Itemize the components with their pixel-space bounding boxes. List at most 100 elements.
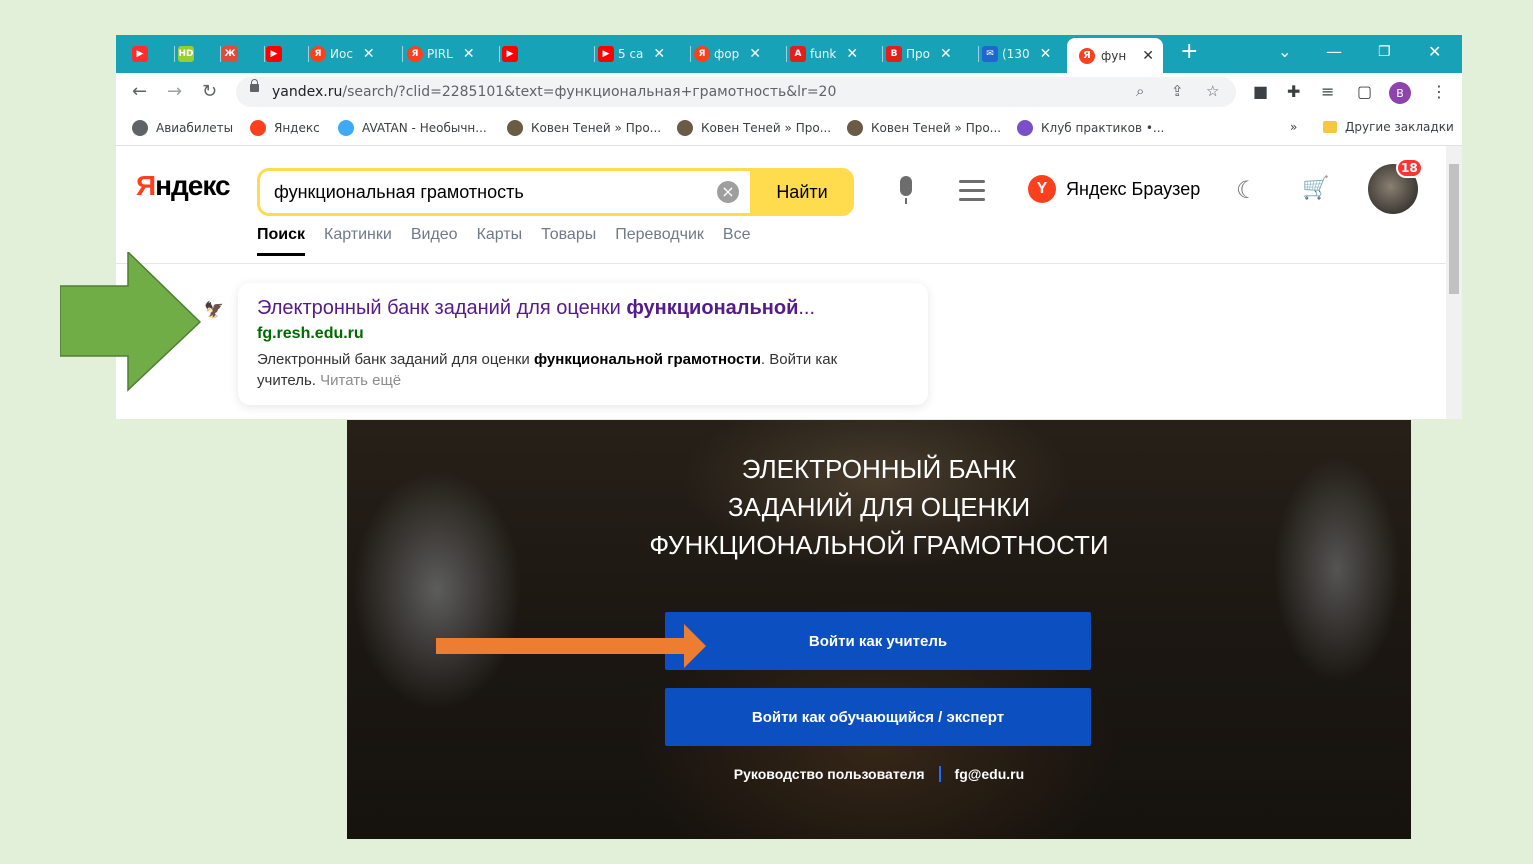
tab-active[interactable]: Я фун ✕ bbox=[1067, 38, 1163, 73]
media-icon[interactable]: ≡ bbox=[1321, 82, 1334, 101]
tab-6[interactable]: ▶ bbox=[502, 43, 592, 65]
tab-11[interactable]: ✉ (130 ✕ bbox=[982, 43, 1072, 65]
close-icon[interactable]: ✕ bbox=[363, 46, 375, 62]
scroll-thumb[interactable] bbox=[1449, 164, 1459, 294]
scrollbar[interactable] bbox=[1446, 146, 1462, 419]
share-icon[interactable]: ⇪ bbox=[1171, 82, 1184, 100]
close-icon[interactable]: ✕ bbox=[463, 46, 475, 62]
tab-8[interactable]: Яфор ✕ bbox=[694, 43, 784, 65]
close-icon[interactable]: ✕ bbox=[1040, 46, 1052, 62]
tab-10[interactable]: B Про ✕ bbox=[886, 43, 976, 65]
bookmark-item[interactable]: Авиабилеты bbox=[132, 120, 233, 136]
tab-4[interactable]: Я Иос ✕ bbox=[310, 43, 400, 65]
yandex-icon: Я bbox=[407, 46, 423, 62]
read-more-link[interactable]: Читать ещё bbox=[320, 372, 401, 389]
search-box: функциональная грамотность × Найти bbox=[257, 168, 854, 216]
menu-icon[interactable]: ⋮ bbox=[1431, 82, 1447, 101]
bookmark-item[interactable]: Ковен Теней » Про... bbox=[847, 120, 1001, 136]
close-window-button[interactable]: ✕ bbox=[1428, 42, 1441, 61]
serp-tab[interactable]: Товары bbox=[541, 226, 596, 256]
bookmark-item[interactable]: Клуб практиков •... bbox=[1017, 120, 1164, 136]
back-icon[interactable]: ← bbox=[132, 81, 147, 102]
bookmark-label: Клуб практиков •... bbox=[1041, 121, 1165, 135]
serp-tab[interactable]: Карты bbox=[477, 226, 523, 256]
tab-3[interactable]: ▶ bbox=[266, 43, 306, 65]
profile-avatar[interactable]: В bbox=[1389, 82, 1411, 104]
bookmark-label: Ковен Теней » Про... bbox=[531, 121, 662, 135]
zoom-icon[interactable]: ⌕ bbox=[1136, 82, 1144, 100]
close-icon[interactable]: ✕ bbox=[749, 46, 761, 62]
sidepanel-icon[interactable]: ▢ bbox=[1357, 82, 1372, 101]
tab-2[interactable]: Ж bbox=[222, 43, 262, 65]
tab-label: (130 bbox=[1002, 47, 1030, 61]
tab-1[interactable]: HD bbox=[178, 43, 218, 65]
user-guide-link[interactable]: Руководство пользователя bbox=[734, 766, 925, 782]
moon-icon[interactable]: ☾ bbox=[1236, 176, 1258, 204]
bookmark-label: Яндекс bbox=[274, 121, 320, 135]
url-text[interactable]: yandex.ru/search/?clid=2285101&text=функ… bbox=[272, 84, 836, 100]
bookmarks-bar: » Другие закладки Авиабилеты Яндекс AVATAN… bbox=[116, 111, 1462, 146]
toolbar: ← → ↻ yandex.ru/search/?clid=2285101&tex… bbox=[116, 73, 1462, 111]
bookmark-item[interactable]: Ковен Теней » Про... bbox=[677, 120, 831, 136]
bookmark-icon bbox=[847, 120, 863, 136]
address-bar[interactable]: yandex.ru/search/?clid=2285101&text=функ… bbox=[236, 77, 1236, 107]
yandex-icon: Я bbox=[310, 46, 326, 62]
tab-0[interactable]: ▶ bbox=[132, 43, 172, 65]
puzzle-icon[interactable]: ✚ bbox=[1287, 82, 1300, 101]
yandex-logo[interactable]: Яндекс bbox=[136, 170, 231, 202]
teacher-login-button[interactable]: Войти как учитель bbox=[665, 612, 1091, 670]
serp-tab[interactable]: Все bbox=[723, 226, 751, 256]
yandex-icon: Я bbox=[694, 46, 710, 62]
bookmark-item[interactable]: Ковен Теней » Про... bbox=[507, 120, 661, 136]
youtube-icon: ▶ bbox=[502, 46, 518, 62]
bookmark-icon bbox=[132, 120, 148, 136]
bookmark-item[interactable]: AVATAN - Необычн... bbox=[338, 120, 487, 136]
yandex-browser-link[interactable]: Y Яндекс Браузер bbox=[1028, 175, 1200, 203]
close-icon[interactable]: ✕ bbox=[1142, 48, 1154, 64]
reload-icon[interactable]: ↻ bbox=[202, 81, 217, 102]
cart-icon[interactable]: 🛒 bbox=[1302, 176, 1329, 201]
bookmark-icon bbox=[507, 120, 523, 136]
filters-icon[interactable] bbox=[959, 180, 985, 207]
tab-separator bbox=[690, 46, 691, 62]
extension-icon[interactable]: ■ bbox=[1253, 82, 1268, 101]
yandex-page: Яндекс функциональная грамотность × Найт… bbox=[116, 146, 1446, 419]
play-icon: ▶ bbox=[132, 46, 148, 62]
close-icon[interactable]: ✕ bbox=[940, 46, 952, 62]
student-login-button[interactable]: Войти как обучающийся / эксперт bbox=[665, 688, 1091, 746]
forward-icon[interactable]: → bbox=[167, 81, 182, 102]
serp-tab[interactable]: Переводчик bbox=[615, 226, 704, 256]
tab-7[interactable]: ▶ 5 са ✕ bbox=[598, 43, 688, 65]
tab-separator bbox=[594, 46, 595, 62]
tab-search-icon[interactable]: ⌄ bbox=[1278, 42, 1291, 61]
restore-button[interactable]: ❐ bbox=[1378, 44, 1391, 60]
bookmarks-more[interactable]: » bbox=[1290, 120, 1297, 134]
clear-icon[interactable]: × bbox=[717, 181, 739, 203]
email-link[interactable]: fg@edu.ru bbox=[955, 766, 1025, 782]
tab-9[interactable]: Afunk ✕ bbox=[790, 43, 880, 65]
tab-5[interactable]: Я PIRL ✕ bbox=[407, 43, 497, 65]
find-button[interactable]: Найти bbox=[750, 168, 854, 216]
star-icon[interactable]: ☆ bbox=[1206, 82, 1219, 100]
emblem-icon: 🦅 bbox=[204, 300, 224, 319]
result-title[interactable]: Электронный банк заданий для оценки функ… bbox=[257, 297, 815, 320]
microphone-icon[interactable] bbox=[900, 176, 912, 204]
close-icon[interactable]: ✕ bbox=[653, 46, 665, 62]
yandex-icon: Я bbox=[1079, 47, 1095, 64]
search-input[interactable]: функциональная грамотность bbox=[274, 182, 524, 203]
minimize-button[interactable]: — bbox=[1326, 42, 1342, 61]
serp-tab[interactable]: Картинки bbox=[324, 226, 392, 256]
mail-icon: ✉ bbox=[982, 46, 998, 62]
new-tab-button[interactable]: + bbox=[1180, 39, 1198, 64]
notification-badge: 18 bbox=[1396, 158, 1423, 178]
bank-title: ЭЛЕКТРОННЫЙ БАНК ЗАДАНИЙ ДЛЯ ОЦЕНКИ ФУНК… bbox=[649, 454, 1109, 560]
bookmark-label: AVATAN - Необычн... bbox=[362, 121, 487, 135]
serp-tab[interactable]: Поиск bbox=[257, 226, 306, 256]
bookmark-item[interactable]: Яндекс bbox=[250, 120, 320, 136]
tab-strip: Я фун ✕ + ⌄ — ❐ ✕ ▶ HD Ж ▶ Я Иос ✕ Я PIRL ✕ ▶ ▶ 5 са… bbox=[116, 35, 1462, 73]
serp-tab[interactable]: Видео bbox=[411, 226, 458, 256]
result-domain[interactable]: fg.resh.edu.ru bbox=[257, 325, 364, 343]
yandex-browser-icon: Y bbox=[1028, 175, 1056, 203]
other-bookmarks[interactable]: Другие закладки bbox=[1323, 120, 1454, 134]
close-icon[interactable]: ✕ bbox=[846, 46, 858, 62]
